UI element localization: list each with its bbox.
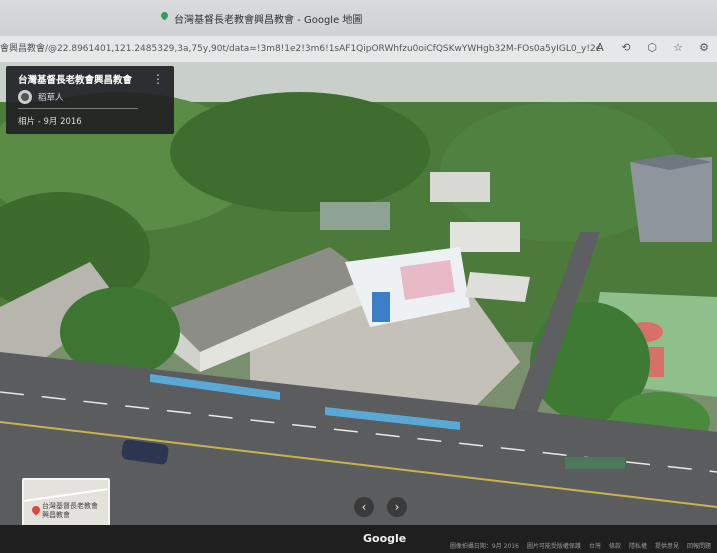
browser-tab[interactable]: 台灣基督長老教會興昌教會 - Google 地圖 [160,6,362,30]
house [450,222,520,252]
browser-window: 台灣基督長老教會興昌教會 - Google 地圖 會興昌教會/@22.89614… [0,0,717,553]
address-bar[interactable]: 會興昌教會/@22.8961401,121.2485329,3a,75y,90t… [0,36,717,63]
minimap-label: 台灣基督長老教會興昌教會 [42,502,98,519]
url-text[interactable]: 會興昌教會/@22.8961401,121.2485329,3a,75y,90t… [0,41,600,57]
url-path: 會興昌教會/@22.8961401,121.2485329,3a,75y,90t… [0,44,600,54]
house [430,172,490,202]
place-info-card[interactable]: 台灣基督長老教會興昌教會 ⋮ 稻草人 相片 - 9月 2016 [6,66,174,134]
attribution: 圖像拍攝日期：9月 2016 圖片可能受版權保護 台灣 條款 隱私權 提供意見 … [450,541,711,550]
church-tower [372,292,390,322]
settings-icon[interactable]: ⚙ [697,41,711,55]
house [320,202,390,230]
tab-title: 台灣基督長老教會興昌教會 - Google 地圖 [174,14,363,26]
attribution-item[interactable]: 圖片可能受版權保護 [527,541,581,550]
place-title[interactable]: 台灣基督長老教會興昌教會 [18,72,132,86]
bottom-bar: Google 圖像拍攝日期：9月 2016 圖片可能受版權保護 台灣 條款 隱私… [0,525,717,553]
google-logo: Google [363,532,407,545]
tree-cluster [170,92,430,212]
author-name[interactable]: 稻草人 [38,91,64,103]
favorite-star-icon[interactable]: ☆ [671,41,685,55]
attribution-item[interactable]: 條款 [609,541,621,550]
more-options-icon[interactable]: ⋮ [152,72,164,86]
extensions-icon[interactable]: ⬡ [645,41,659,55]
photo-date: 相片 - 9月 2016 [18,117,82,127]
author-avatar [18,90,32,104]
attribution-item: 圖像拍攝日期：9月 2016 [449,543,519,550]
attribution-item: 台灣 [588,543,601,550]
author-row[interactable]: 稻草人 [18,90,64,104]
next-photo-button[interactable]: › [387,497,407,517]
maps-pin-icon [160,12,168,24]
minimap-road [24,488,108,502]
prev-photo-button[interactable]: ‹ [354,497,374,517]
address-bar-icons: A ⟲ ⬡ ☆ ⚙ [593,41,711,55]
location-marker-icon [32,506,40,517]
translate-icon[interactable]: ⟲ [619,41,633,55]
read-aloud-icon[interactable]: A [593,41,607,55]
attribution-item[interactable]: 回報問題 [687,541,711,550]
attribution-item[interactable]: 提供意見 [655,541,679,550]
annex [465,272,530,302]
title-bar: 台灣基督長老教會興昌教會 - Google 地圖 [0,0,717,36]
attribution-item[interactable]: 隱私權 [629,541,647,550]
card-divider [18,108,138,109]
bins [565,457,625,469]
